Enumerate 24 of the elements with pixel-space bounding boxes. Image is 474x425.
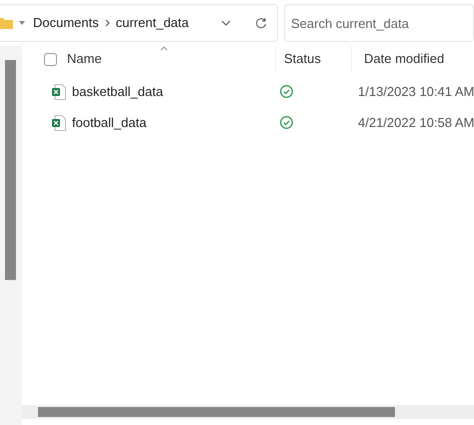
caret-icon[interactable] — [19, 21, 25, 25]
check-circle-icon — [280, 116, 293, 129]
spreadsheet-file-icon — [52, 84, 66, 100]
horizontal-scrollbar-thumb[interactable] — [38, 407, 395, 417]
date-modified: 4/21/2022 10:58 AM — [357, 114, 474, 132]
column-header[interactable]: Name — [67, 46, 275, 72]
select-all-checkbox[interactable] — [44, 52, 57, 66]
column-header[interactable]: Date modified — [351, 46, 474, 72]
chevron-icon[interactable] — [104, 19, 110, 27]
file-name[interactable]: basketball_data — [72, 82, 278, 102]
vertical-scrollbar-thumb[interactable] — [5, 60, 16, 280]
date-modified: 1/13/2023 10:41 AM — [357, 82, 474, 101]
spreadsheet-file-icon — [52, 114, 66, 130]
column-header[interactable]: Status — [275, 46, 351, 72]
refresh-icon[interactable] — [255, 17, 267, 29]
address-bar[interactable]: Documents current_data — [0, 4, 278, 42]
horizontal-scrollbar[interactable] — [22, 405, 474, 419]
dropdown-icon[interactable] — [221, 20, 231, 26]
breadcrumb[interactable]: current_data — [116, 13, 189, 33]
file-name[interactable]: football_data — [72, 112, 278, 132]
check-circle-icon — [280, 85, 293, 98]
folder-icon — [0, 17, 13, 29]
search-field[interactable]: Search current_data — [284, 4, 474, 42]
breadcrumb[interactable]: Documents — [33, 13, 99, 33]
